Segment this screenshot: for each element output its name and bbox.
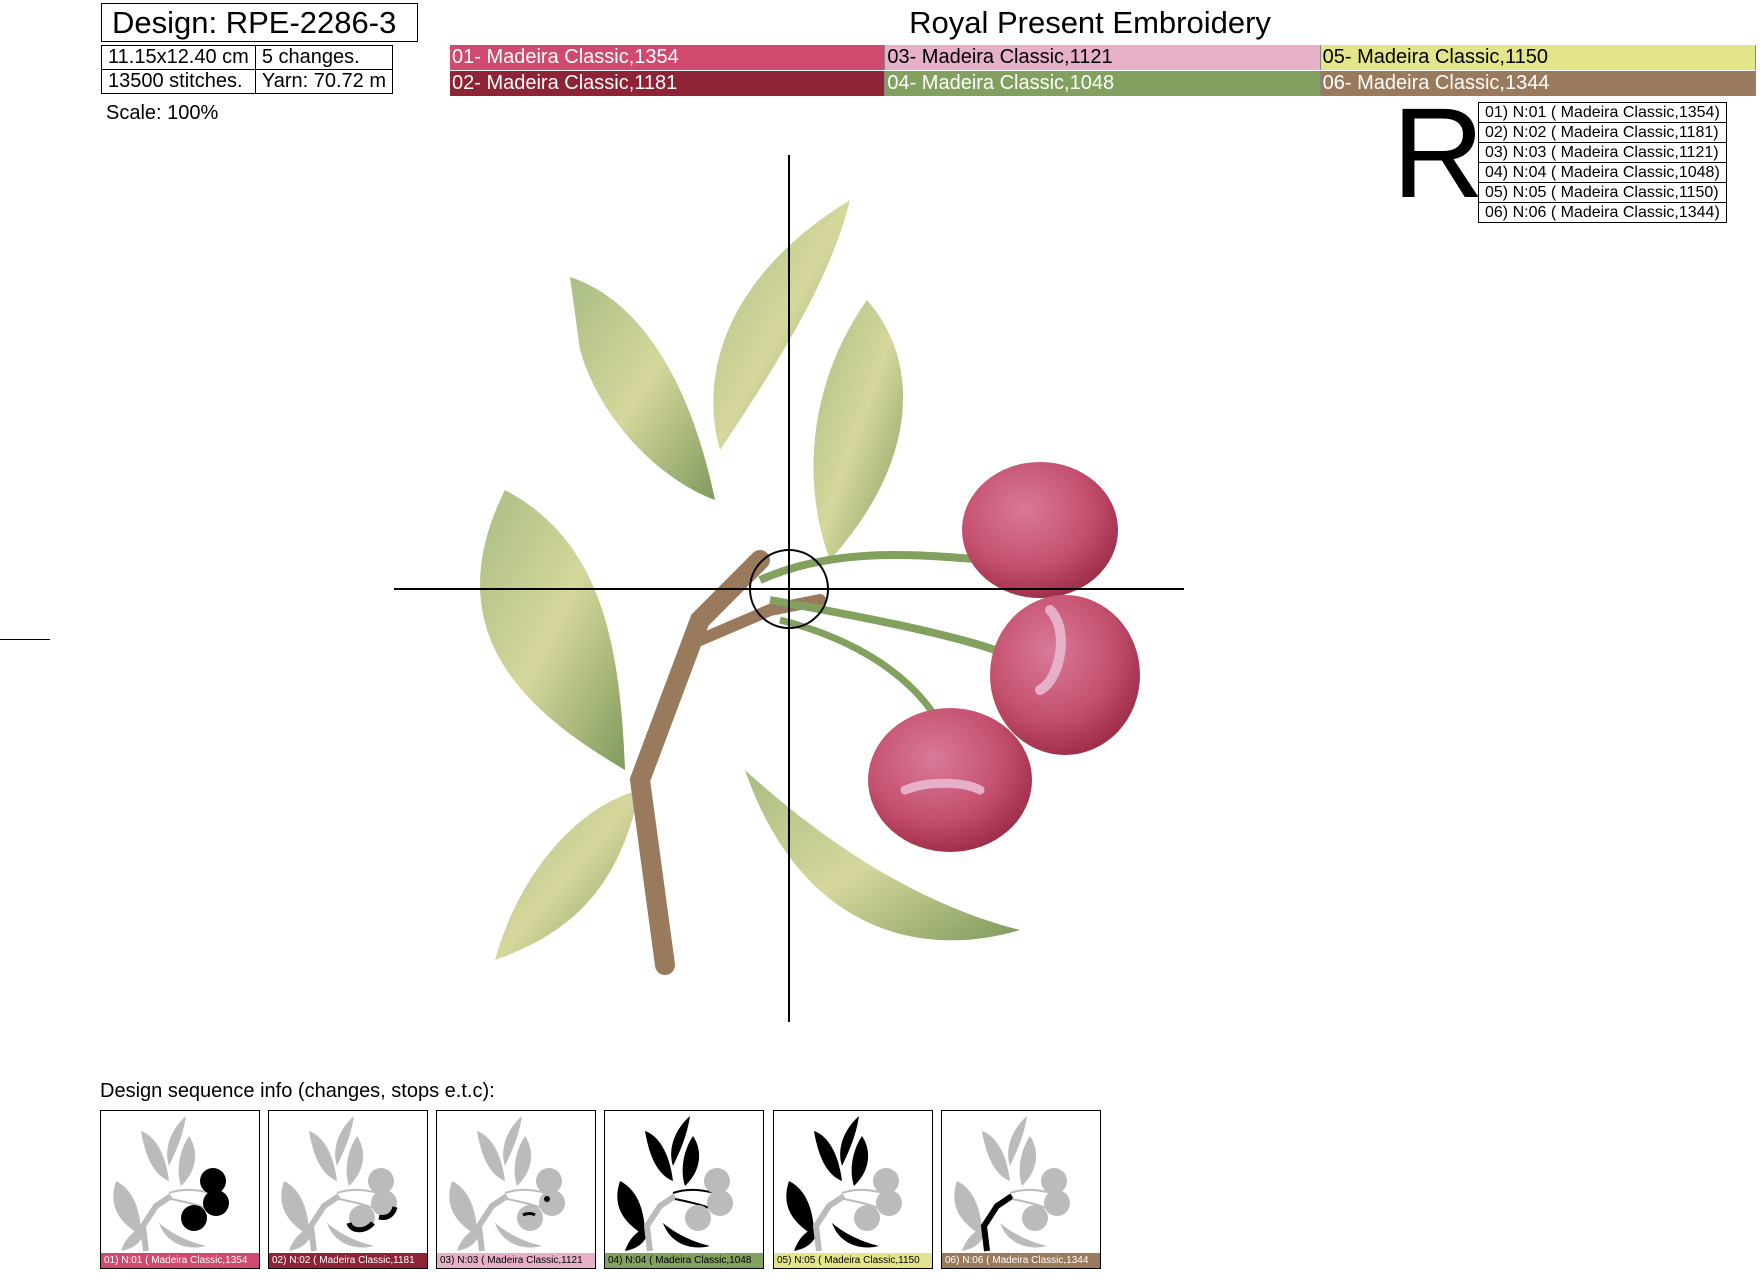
sequence-thumbnail: 02) N:02 ( Madeira Classic,1181 bbox=[268, 1110, 428, 1269]
scale-label: Scale: 100% bbox=[106, 102, 219, 124]
thread-swatch: 01- Madeira Classic,1354 bbox=[450, 45, 886, 70]
sequence-caption: 05) N:05 ( Madeira Classic,1150 bbox=[774, 1253, 932, 1268]
embroidery-preview bbox=[394, 155, 1184, 1022]
sequence-caption: 06) N:06 ( Madeira Classic,1344 bbox=[942, 1253, 1100, 1268]
thread-swatch: 02- Madeira Classic,1181 bbox=[450, 71, 886, 96]
sequence-silhouette bbox=[449, 1116, 565, 1252]
margin-marker bbox=[0, 639, 50, 640]
sequence-thumbnail: 01) N:01 ( Madeira Classic,1354 bbox=[100, 1110, 260, 1269]
needle-entry: 01) N:01 ( Madeira Classic,1354) bbox=[1478, 102, 1727, 123]
brand-title: Royal Present Embroidery bbox=[909, 5, 1271, 40]
sequence-thumbnail: 04) N:04 ( Madeira Classic,1048 bbox=[604, 1110, 764, 1269]
sequence-caption: 03) N:03 ( Madeira Classic,1121 bbox=[437, 1253, 595, 1268]
sequence-caption: 04) N:04 ( Madeira Classic,1048 bbox=[605, 1253, 763, 1268]
sequence-silhouette bbox=[786, 1116, 902, 1252]
cherries bbox=[868, 462, 1140, 852]
sequence-thumbnail: 06) N:06 ( Madeira Classic,1344 bbox=[941, 1110, 1101, 1269]
orientation-mark: R bbox=[1392, 82, 1485, 225]
needle-entry: 03) N:03 ( Madeira Classic,1121) bbox=[1478, 142, 1727, 163]
sequence-silhouette bbox=[954, 1116, 1070, 1252]
sequence-silhouette bbox=[113, 1116, 229, 1252]
stitch-count: 13500 stitches. bbox=[101, 69, 256, 94]
sequence-silhouette bbox=[281, 1116, 398, 1252]
sequence-caption: 02) N:02 ( Madeira Classic,1181 bbox=[269, 1253, 427, 1268]
needle-entry: 05) N:05 ( Madeira Classic,1150) bbox=[1478, 182, 1727, 203]
spec-table: 11.15x12.40 cm 5 changes. 13500 stitches… bbox=[101, 45, 393, 94]
thread-swatch: 03- Madeira Classic,1121 bbox=[885, 45, 1321, 70]
sequence-silhouette bbox=[617, 1116, 733, 1252]
sequence-thumbnail: 03) N:03 ( Madeira Classic,1121 bbox=[436, 1110, 596, 1269]
thread-swatch: 04- Madeira Classic,1048 bbox=[885, 71, 1321, 96]
sequence-caption: 01) N:01 ( Madeira Classic,1354 bbox=[101, 1253, 259, 1268]
thread-swatch: 05- Madeira Classic,1150 bbox=[1320, 45, 1756, 70]
sequence-thumbnail: 05) N:05 ( Madeira Classic,1150 bbox=[773, 1110, 933, 1269]
thread-color-chart: 01- Madeira Classic,1354 03- Madeira Cla… bbox=[450, 45, 1756, 96]
needle-entry: 06) N:06 ( Madeira Classic,1344) bbox=[1478, 202, 1727, 223]
thread-swatch: 06- Madeira Classic,1344 bbox=[1320, 71, 1756, 96]
center-crosshair bbox=[394, 155, 1184, 1022]
design-size: 11.15x12.40 cm bbox=[101, 45, 256, 70]
color-changes: 5 changes. bbox=[254, 45, 393, 70]
needle-sequence-list: 01) N:01 ( Madeira Classic,1354) 02) N:0… bbox=[1478, 102, 1727, 223]
yarn-length: Yarn: 70.72 m bbox=[254, 69, 393, 94]
sequence-title: Design sequence info (changes, stops e.t… bbox=[100, 1080, 495, 1102]
needle-entry: 04) N:04 ( Madeira Classic,1048) bbox=[1478, 162, 1727, 183]
needle-entry: 02) N:02 ( Madeira Classic,1181) bbox=[1478, 122, 1727, 143]
